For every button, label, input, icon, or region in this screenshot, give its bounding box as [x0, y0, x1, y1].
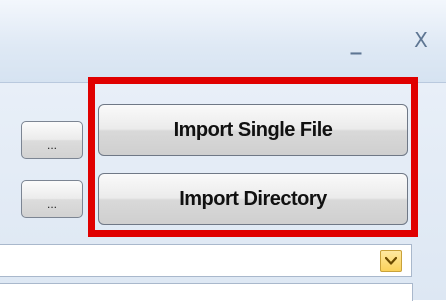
window-titlebar: _ X	[0, 0, 446, 83]
dropdown-arrow-button[interactable]	[380, 250, 402, 272]
dropdown-select[interactable]	[0, 244, 412, 277]
chevron-down-icon	[385, 256, 397, 265]
lower-field[interactable]	[0, 283, 413, 301]
import-directory-button[interactable]: Import Directory	[98, 173, 408, 225]
minimize-button[interactable]: _	[343, 30, 369, 55]
browse-directory-button[interactable]: ...	[21, 180, 83, 218]
import-single-file-button[interactable]: Import Single File	[98, 104, 408, 156]
browse-file-button[interactable]: ...	[21, 121, 83, 159]
close-button[interactable]: X	[408, 28, 434, 52]
